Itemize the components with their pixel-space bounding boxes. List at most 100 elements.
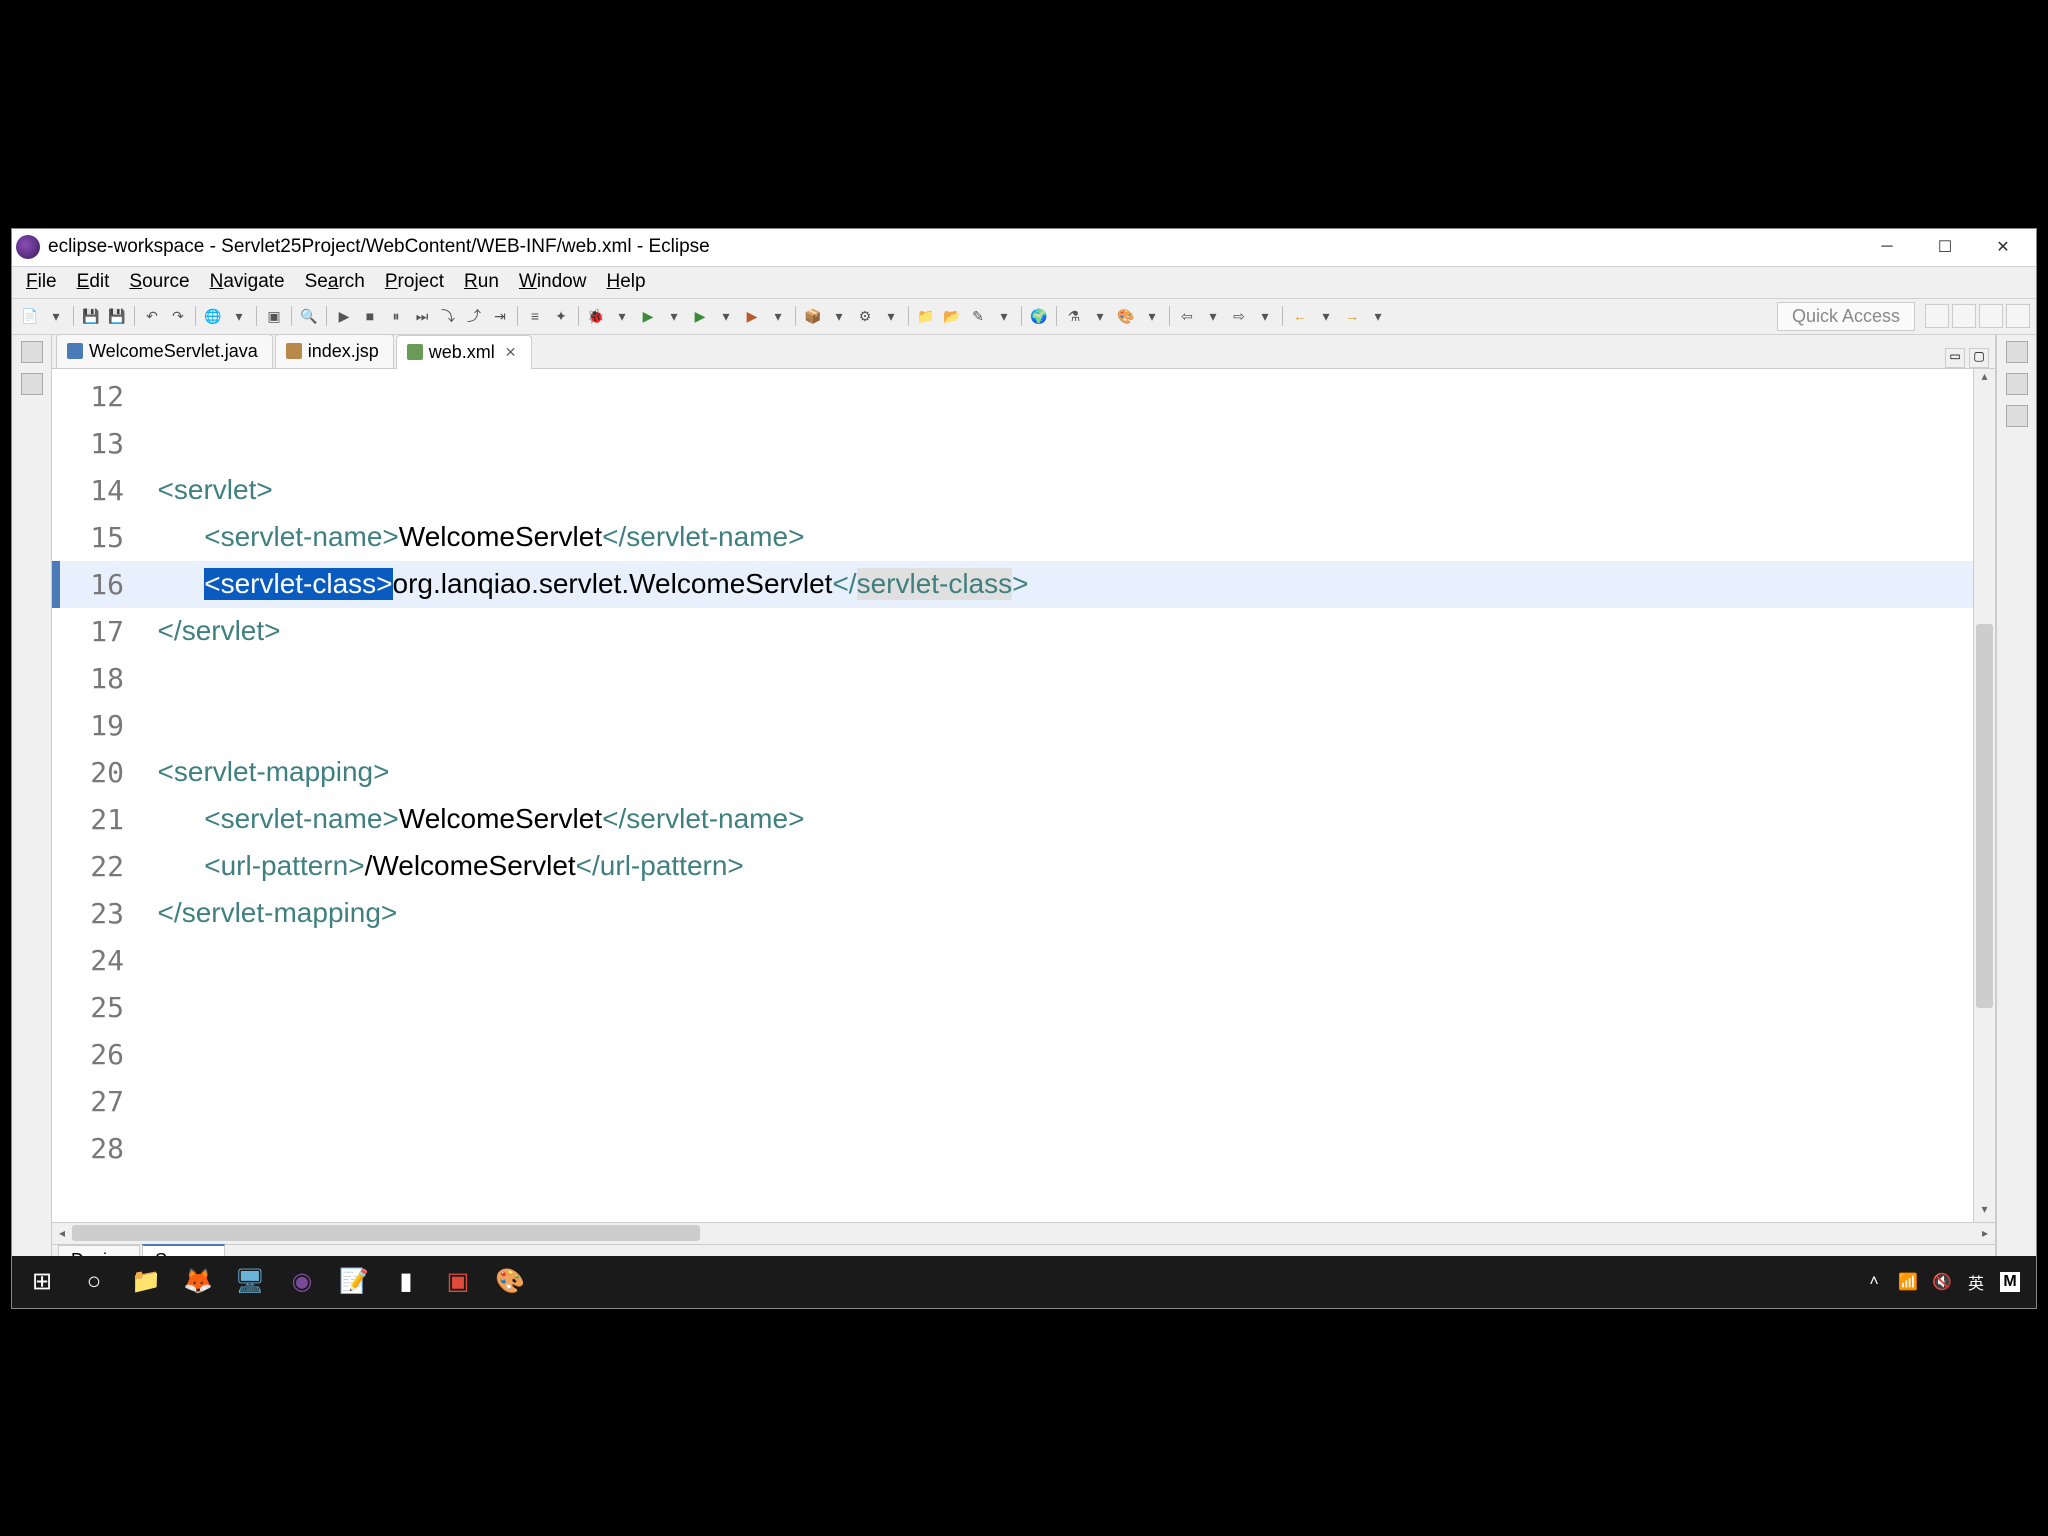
menu-source[interactable]: Source bbox=[121, 267, 197, 297]
file-explorer-icon[interactable]: 📁 bbox=[122, 1258, 170, 1306]
horizontal-scrollbar[interactable]: ◂ ▸ bbox=[52, 1222, 1995, 1244]
close-button[interactable]: ✕ bbox=[1974, 228, 2032, 266]
menu-window[interactable]: Window bbox=[511, 267, 595, 297]
skip-icon[interactable]: ⏭ bbox=[410, 304, 434, 328]
scroll-left-icon[interactable]: ◂ bbox=[52, 1226, 72, 1240]
server-icon[interactable]: ▶ bbox=[740, 304, 764, 328]
package-icon[interactable]: 📦 bbox=[801, 304, 825, 328]
folder-icon[interactable]: 📁 bbox=[914, 304, 938, 328]
dropdown-icon[interactable]: ▾ bbox=[827, 304, 851, 328]
save-icon[interactable]: 💾 bbox=[79, 304, 103, 328]
menu-file[interactable]: File bbox=[18, 267, 65, 297]
setting-icon[interactable]: ⚙ bbox=[853, 304, 877, 328]
star-icon[interactable]: ✦ bbox=[549, 304, 573, 328]
zoom-icon[interactable]: 🔍 bbox=[297, 304, 321, 328]
view-icon[interactable] bbox=[2006, 405, 2028, 427]
this-pc-icon[interactable]: 🖥 bbox=[226, 1258, 274, 1306]
firefox-icon[interactable]: 🦊 bbox=[174, 1258, 222, 1306]
scroll-down-icon[interactable]: ▾ bbox=[1974, 1202, 1995, 1222]
quick-access-input[interactable]: Quick Access bbox=[1777, 302, 1915, 331]
network-icon[interactable]: 📶 bbox=[1898, 1272, 1918, 1292]
step-over-icon[interactable]: ⤴ bbox=[462, 304, 486, 328]
step-out-icon[interactable]: ⇥ bbox=[488, 304, 512, 328]
tray-chevron-icon[interactable]: ˄ bbox=[1864, 1272, 1884, 1292]
scroll-up-icon[interactable]: ▴ bbox=[1974, 369, 1995, 389]
box-icon[interactable]: ▣ bbox=[262, 304, 286, 328]
stop-icon[interactable]: ■ bbox=[358, 304, 382, 328]
maximize-button[interactable]: ☐ bbox=[1916, 228, 1974, 266]
tab-welcome-servlet[interactable]: WelcomeServlet.java bbox=[56, 334, 273, 368]
dropdown-icon[interactable]: ▾ bbox=[714, 304, 738, 328]
back-arrow-icon[interactable]: ← bbox=[1288, 304, 1312, 328]
fwd-nav-icon[interactable]: ⇨ bbox=[1227, 304, 1251, 328]
perspective-java-icon[interactable] bbox=[1979, 304, 2003, 328]
run-icon[interactable]: ▶ bbox=[636, 304, 660, 328]
view-icon[interactable] bbox=[21, 341, 43, 363]
menu-project[interactable]: Project bbox=[377, 267, 452, 297]
tab-web-xml[interactable]: web.xml ✕ bbox=[396, 335, 532, 369]
dropdown-icon[interactable]: ▾ bbox=[1314, 304, 1338, 328]
menu-run[interactable]: Run bbox=[456, 267, 507, 297]
align-icon[interactable]: ≡ bbox=[523, 304, 547, 328]
vertical-scrollbar[interactable]: ▴ ▾ bbox=[1973, 369, 1995, 1222]
maximize-view-icon[interactable]: ▢ bbox=[1969, 348, 1989, 368]
back-nav-icon[interactable]: ⇦ bbox=[1175, 304, 1199, 328]
dropdown-icon[interactable]: ▾ bbox=[44, 304, 68, 328]
step-icon[interactable]: ⤵ bbox=[436, 304, 460, 328]
app-icon[interactable]: ▣ bbox=[434, 1258, 482, 1306]
tab-index-jsp[interactable]: index.jsp bbox=[275, 334, 394, 368]
new-icon[interactable]: 📄 bbox=[18, 304, 42, 328]
undo-icon[interactable]: ↶ bbox=[140, 304, 164, 328]
dropdown-icon[interactable]: ▾ bbox=[992, 304, 1016, 328]
paint-icon[interactable]: 🎨 bbox=[486, 1258, 534, 1306]
minimize-button[interactable]: ─ bbox=[1858, 228, 1916, 266]
folder-open-icon[interactable]: 📂 bbox=[940, 304, 964, 328]
save-all-icon[interactable]: 💾 bbox=[105, 304, 129, 328]
menu-search[interactable]: Search bbox=[297, 267, 373, 297]
code-editor[interactable]: <servlet> <servlet-name>WelcomeServlet</… bbox=[142, 369, 1973, 1222]
view-icon[interactable] bbox=[2006, 341, 2028, 363]
menu-navigate[interactable]: Navigate bbox=[202, 267, 293, 297]
perspective-open-icon[interactable] bbox=[1925, 304, 1949, 328]
terminal-icon[interactable]: ▮ bbox=[382, 1258, 430, 1306]
minimize-view-icon[interactable]: ▭ bbox=[1945, 348, 1965, 368]
view-icon[interactable] bbox=[2006, 373, 2028, 395]
dropdown-icon[interactable]: ▾ bbox=[766, 304, 790, 328]
menu-help[interactable]: Help bbox=[598, 267, 653, 297]
dropdown-icon[interactable]: ▾ bbox=[1088, 304, 1112, 328]
dropdown-icon[interactable]: ▾ bbox=[1140, 304, 1164, 328]
dropdown-icon[interactable]: ▾ bbox=[1253, 304, 1277, 328]
eclipse-app-icon[interactable]: ◉ bbox=[278, 1258, 326, 1306]
scroll-right-icon[interactable]: ▸ bbox=[1975, 1226, 1995, 1240]
dropdown-icon[interactable]: ▾ bbox=[1201, 304, 1225, 328]
run-ext-icon[interactable]: ▶ bbox=[688, 304, 712, 328]
start-button[interactable]: ⊞ bbox=[18, 1258, 66, 1306]
redo-icon[interactable]: ↷ bbox=[166, 304, 190, 328]
view-icon[interactable] bbox=[21, 373, 43, 395]
globe-icon[interactable]: 🌍 bbox=[1027, 304, 1051, 328]
pause-icon[interactable]: ⏸ bbox=[384, 304, 408, 328]
notepad-icon[interactable]: 📝 bbox=[330, 1258, 378, 1306]
volume-icon[interactable]: 🔇 bbox=[1932, 1272, 1952, 1292]
play-icon[interactable]: ▶ bbox=[332, 304, 356, 328]
scroll-thumb[interactable] bbox=[72, 1225, 700, 1241]
menu-edit[interactable]: Edit bbox=[69, 267, 118, 297]
paint-icon[interactable]: 🎨 bbox=[1114, 304, 1138, 328]
fwd-arrow-icon[interactable]: → bbox=[1340, 304, 1364, 328]
wand-icon[interactable]: ✎ bbox=[966, 304, 990, 328]
perspective-debug-icon[interactable] bbox=[2006, 304, 2030, 328]
world-icon[interactable]: 🌐 bbox=[201, 304, 225, 328]
app-tray-icon[interactable]: M bbox=[2000, 1272, 2020, 1292]
cortana-icon[interactable]: ○ bbox=[70, 1258, 118, 1306]
debug-icon[interactable]: 🐞 bbox=[584, 304, 608, 328]
dropdown-icon[interactable]: ▾ bbox=[879, 304, 903, 328]
dropdown-icon[interactable]: ▾ bbox=[227, 304, 251, 328]
dropdown-icon[interactable]: ▾ bbox=[610, 304, 634, 328]
close-icon[interactable]: ✕ bbox=[505, 344, 517, 361]
ime-indicator[interactable]: 英 bbox=[1966, 1272, 1986, 1292]
filter-icon[interactable]: ⚗ bbox=[1062, 304, 1086, 328]
dropdown-icon[interactable]: ▾ bbox=[662, 304, 686, 328]
dropdown-icon[interactable]: ▾ bbox=[1366, 304, 1390, 328]
scroll-thumb[interactable] bbox=[1976, 624, 1993, 1008]
perspective-jee-icon[interactable] bbox=[1952, 304, 1976, 328]
